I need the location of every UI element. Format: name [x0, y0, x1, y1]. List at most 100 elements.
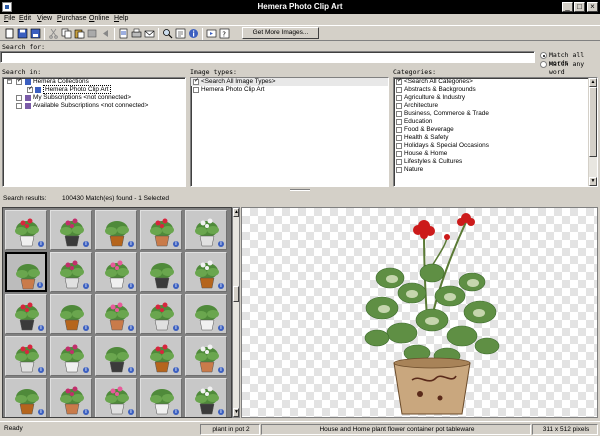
scroll-down-icon[interactable]: ▼: [233, 408, 239, 417]
match-any-radio[interactable]: [540, 61, 547, 68]
info-icon[interactable]: i: [128, 367, 134, 373]
info-icon[interactable]: i: [173, 325, 179, 331]
menu-view[interactable]: View: [37, 15, 52, 22]
thumbnail-item[interactable]: i: [50, 210, 92, 250]
scroll-up-icon[interactable]: ▲: [589, 78, 597, 87]
thumbnails-scrollbar[interactable]: ▲ ▼: [232, 207, 240, 418]
thumbnail-item[interactable]: i: [50, 252, 92, 292]
search-in-tree[interactable]: − Hemera Collections Hemera Photo Clip A…: [2, 77, 186, 187]
info-icon[interactable]: i: [38, 409, 44, 415]
thumbnail-item[interactable]: i: [140, 210, 182, 250]
list-item[interactable]: <Search All Image Types>: [191, 78, 388, 86]
list-item[interactable]: Abstracts & Backgrounds: [394, 86, 597, 94]
thumbnail-item[interactable]: i: [5, 252, 47, 292]
checkbox[interactable]: [396, 166, 402, 173]
thumbnail-grid[interactable]: i i i i i i i i i i i i i i i i i i i i i i i i i: [2, 207, 232, 418]
info-icon[interactable]: i: [128, 325, 134, 331]
list-item[interactable]: Nature: [394, 166, 597, 174]
list-item[interactable]: Food & Beverage: [394, 126, 597, 134]
list-item[interactable]: Hemera Photo Clip Art: [191, 86, 388, 94]
info-icon[interactable]: i: [218, 325, 224, 331]
checkbox[interactable]: [396, 86, 402, 93]
thumbnail-item[interactable]: i: [5, 210, 47, 250]
thumbnail-item[interactable]: i: [185, 210, 227, 250]
checkbox[interactable]: [27, 85, 33, 93]
minimize-button[interactable]: _: [562, 2, 573, 12]
save-icon[interactable]: [17, 28, 28, 39]
tree-item-available-subscriptions[interactable]: Available Subscriptions <not connected>: [3, 102, 185, 110]
image-preview[interactable]: [241, 207, 598, 418]
info-icon[interactable]: i: [173, 409, 179, 415]
thumbnail-item[interactable]: i: [140, 378, 182, 417]
list-item[interactable]: Business, Commerce & Trade: [394, 110, 597, 118]
info-icon[interactable]: i: [173, 367, 179, 373]
thumbnail-item[interactable]: i: [95, 294, 137, 334]
copy-icon[interactable]: [61, 28, 72, 39]
checkbox[interactable]: [193, 78, 199, 85]
info-icon[interactable]: i: [128, 409, 134, 415]
info-icon[interactable]: i: [218, 283, 224, 289]
cut-icon[interactable]: [48, 28, 59, 39]
checkbox[interactable]: [396, 110, 402, 117]
checkbox[interactable]: [396, 94, 402, 101]
list-item[interactable]: <Search All Categories>: [394, 78, 597, 86]
info-icon[interactable]: i: [128, 241, 134, 247]
thumbnail-item[interactable]: i: [50, 378, 92, 417]
thumbnail-item[interactable]: i: [50, 294, 92, 334]
print-preview-icon[interactable]: [118, 28, 129, 39]
find-icon[interactable]: [162, 28, 173, 39]
thumbnail-item[interactable]: i: [140, 252, 182, 292]
categories-scrollbar[interactable]: ▲ ▼: [588, 78, 597, 186]
thumbnail-item[interactable]: i: [95, 252, 137, 292]
menu-purchase[interactable]: Purchase: [57, 15, 87, 22]
slideshow-icon[interactable]: [206, 28, 217, 39]
checkbox[interactable]: [396, 134, 402, 141]
copy-to-icon[interactable]: [87, 28, 98, 39]
info-icon[interactable]: i: [83, 283, 89, 289]
email-icon[interactable]: [144, 28, 155, 39]
scroll-down-icon[interactable]: ▼: [589, 177, 597, 186]
scroll-thumb[interactable]: [233, 286, 239, 302]
info-icon[interactable]: i: [38, 367, 44, 373]
menu-help[interactable]: Help: [114, 15, 128, 22]
search-input[interactable]: [0, 51, 535, 63]
info-icon[interactable]: i: [38, 325, 44, 331]
info-icon[interactable]: i: [83, 325, 89, 331]
categories-list[interactable]: <Search All Categories> Abstracts & Back…: [393, 77, 598, 187]
print-icon[interactable]: [131, 28, 142, 39]
menu-edit[interactable]: Edit: [19, 15, 31, 22]
paste-icon[interactable]: [74, 28, 85, 39]
thumbnail-item[interactable]: i: [185, 378, 227, 417]
tree-item-hemera-photo-clip-art[interactable]: Hemera Photo Clip Art: [3, 85, 185, 94]
thumbnail-item[interactable]: i: [50, 336, 92, 376]
thumbnail-item[interactable]: i: [185, 336, 227, 376]
checkbox[interactable]: [16, 94, 22, 101]
match-all-radio[interactable]: [540, 52, 547, 59]
list-item[interactable]: Holidays & Special Occasions: [394, 142, 597, 150]
list-item[interactable]: Health & Safety: [394, 134, 597, 142]
splitter-grip[interactable]: [290, 189, 310, 191]
info-icon[interactable]: i: [218, 409, 224, 415]
checkbox[interactable]: [396, 142, 402, 149]
info-icon[interactable]: i: [38, 241, 44, 247]
collapse-icon[interactable]: −: [7, 79, 12, 84]
close-button[interactable]: ×: [587, 2, 598, 12]
list-item[interactable]: House & Home: [394, 150, 597, 158]
thumbnail-item[interactable]: i: [95, 378, 137, 417]
thumbnail-item[interactable]: i: [5, 294, 47, 334]
menu-online[interactable]: Online: [89, 15, 109, 22]
list-item[interactable]: Architecture: [394, 102, 597, 110]
tree-item-my-subscriptions[interactable]: My Subscriptions <not connected>: [3, 94, 185, 102]
info-icon[interactable]: i: [37, 282, 43, 288]
properties-icon[interactable]: [175, 28, 186, 39]
checkbox[interactable]: [16, 78, 22, 85]
list-item[interactable]: Agriculture & Industry: [394, 94, 597, 102]
info-icon[interactable]: i: [83, 367, 89, 373]
thumbnail-item[interactable]: i: [185, 252, 227, 292]
info-icon[interactable]: i: [83, 409, 89, 415]
thumbnail-item[interactable]: i: [95, 336, 137, 376]
scroll-thumb[interactable]: [589, 87, 597, 157]
checkbox[interactable]: [396, 118, 402, 125]
info-icon[interactable]: i: [218, 367, 224, 373]
scroll-up-icon[interactable]: ▲: [233, 208, 239, 217]
